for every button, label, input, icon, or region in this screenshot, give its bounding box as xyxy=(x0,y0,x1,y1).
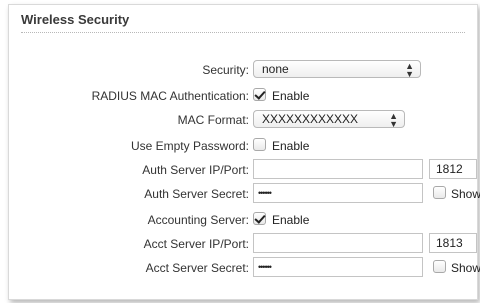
use-empty-password-label: Use Empty Password: xyxy=(130,139,249,153)
auth-secret-label: Auth Server Secret: xyxy=(144,187,249,201)
select-arrows-icon: ▲ ▼ xyxy=(405,61,414,79)
security-select[interactable]: none ▲ ▼ xyxy=(253,60,421,79)
acct-secret-row: Acct Server Secret: •••••• Show xyxy=(9,257,480,279)
auth-secret-show-checkbox[interactable] xyxy=(433,186,446,199)
accounting-server-label: Accounting Server: xyxy=(147,213,249,227)
auth-server-row: Auth Server IP/Port: 1812 xyxy=(9,159,477,181)
acct-secret-label: Acct Server Secret: xyxy=(145,261,249,275)
accounting-server-option: Enable xyxy=(272,213,310,227)
security-select-value: none xyxy=(262,62,289,76)
security-row: Security: none ▲ ▼ xyxy=(9,59,477,81)
security-label: Security: xyxy=(202,63,249,77)
select-arrows-icon: ▲ ▼ xyxy=(389,111,398,129)
acct-secret-show-label: Show xyxy=(451,261,480,275)
auth-server-label: Auth Server IP/Port: xyxy=(142,163,249,177)
auth-server-port-input[interactable]: 1812 xyxy=(429,159,477,179)
mac-format-select-value: XXXXXXXXXXXX xyxy=(262,112,359,126)
use-empty-password-row: Use Empty Password: Enable xyxy=(9,135,477,157)
mac-format-select[interactable]: XXXXXXXXXXXX ▲ ▼ xyxy=(253,110,405,129)
radius-mac-auth-label: RADIUS MAC Authentication: xyxy=(91,89,249,103)
auth-server-ip-input[interactable] xyxy=(253,159,423,179)
radius-mac-auth-option: Enable xyxy=(272,89,310,103)
acct-server-ip-input[interactable] xyxy=(253,233,423,253)
auth-secret-show-label: Show xyxy=(451,187,480,201)
acct-server-row: Acct Server IP/Port: 1813 xyxy=(9,233,477,255)
auth-secret-input[interactable]: •••••• xyxy=(253,183,423,203)
accounting-server-row: Accounting Server: Enable xyxy=(9,209,477,231)
mac-format-label: MAC Format: xyxy=(177,113,249,127)
acct-secret-show-checkbox[interactable] xyxy=(433,260,446,273)
mac-format-row: MAC Format: XXXXXXXXXXXX ▲ ▼ xyxy=(9,109,477,131)
radius-mac-auth-checkbox[interactable] xyxy=(253,88,266,101)
use-empty-password-checkbox[interactable] xyxy=(253,138,266,151)
auth-secret-row: Auth Server Secret: •••••• Show xyxy=(9,183,480,205)
wireless-security-panel: Wireless Security Security: none ▲ ▼ RADI… xyxy=(8,4,480,300)
title-divider xyxy=(21,32,465,33)
radius-mac-auth-row: RADIUS MAC Authentication: Enable xyxy=(9,85,477,107)
acct-server-label: Acct Server IP/Port: xyxy=(143,237,249,251)
acct-server-port-input[interactable]: 1813 xyxy=(429,233,477,253)
acct-secret-input[interactable]: •••••• xyxy=(253,257,423,277)
use-empty-password-option: Enable xyxy=(272,139,310,153)
section-title: Wireless Security xyxy=(21,12,130,27)
accounting-server-checkbox[interactable] xyxy=(253,212,266,225)
